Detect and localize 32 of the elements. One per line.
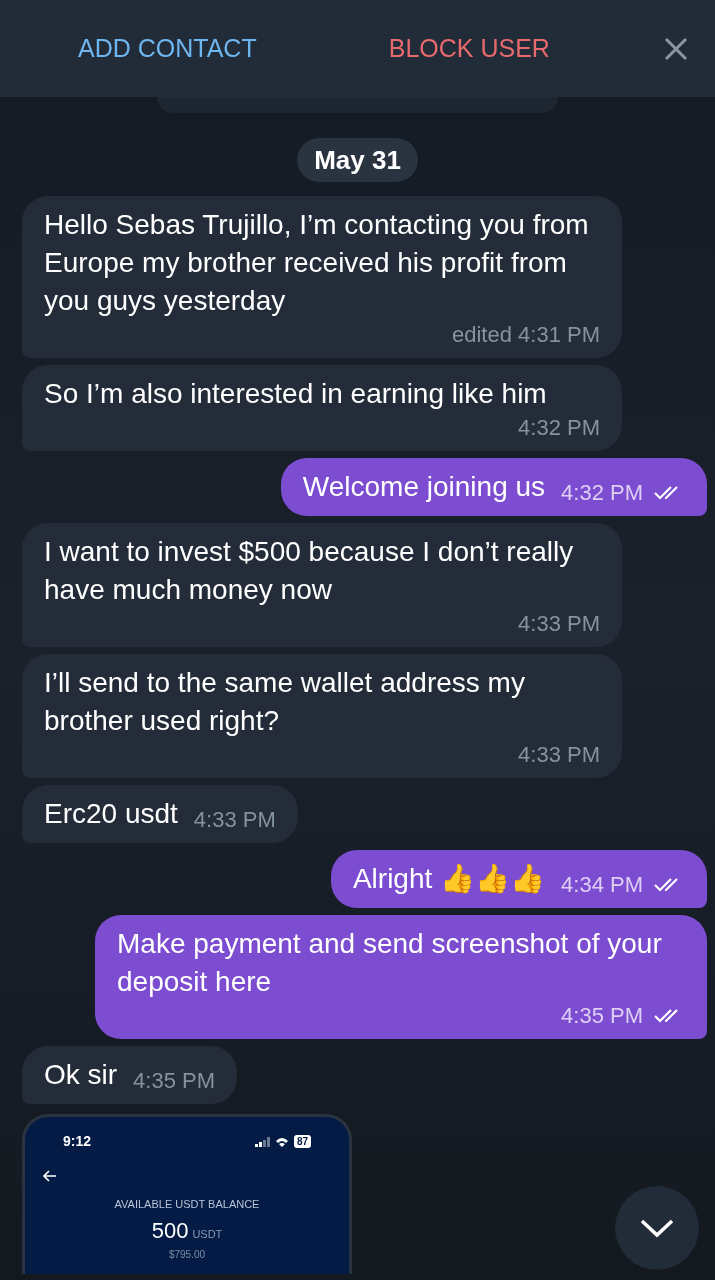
message-text: Ok sir	[44, 1058, 118, 1092]
message-text: I’ll send to the same wallet address my brother used right?	[44, 666, 526, 738]
message-time: 4:33 PM	[518, 610, 600, 638]
balance-unit: USDT	[192, 1226, 223, 1242]
message-time: 4:35 PM	[561, 1002, 643, 1030]
status-time: 9:12	[63, 1132, 92, 1151]
close-icon	[664, 36, 688, 61]
add-contact-button[interactable]: ADD CONTACT	[78, 29, 257, 68]
message-time: edited 4:31 PM	[452, 321, 600, 349]
message-text: I want to invest $500 because I don’t really have much money now	[44, 535, 575, 607]
chevron-down-icon	[639, 1218, 675, 1238]
message-text: Make payment and send screenshot of your deposit here	[117, 927, 663, 999]
message-text: Alright 👍👍👍	[352, 862, 546, 896]
message-time: 4:32 PM	[561, 479, 643, 507]
message-time: 4:32 PM	[518, 414, 600, 442]
battery-indicator: 87	[293, 1135, 311, 1148]
message-time: 4:34 PM	[561, 871, 643, 899]
message-time: 4:33 PM	[518, 741, 600, 769]
message-time: 4:35 PM	[133, 1067, 216, 1095]
usd-value: $795.00	[168, 1247, 206, 1262]
message-text: Welcome joining us	[302, 470, 546, 504]
message-time: 4:33 PM	[193, 806, 276, 834]
message-text: Hello Sebas Trujillo, I’m contacting you from Europe my brother received his profit from you guys yesterday	[44, 208, 590, 318]
date-chip: May 31	[297, 138, 418, 182]
block-user-button[interactable]: BLOCK USER	[388, 29, 550, 68]
wifi-icon	[274, 1136, 289, 1147]
balance-label: AVAILABLE USDT BALANCE	[114, 1197, 260, 1212]
message-text: Erc20 usdt	[44, 797, 178, 831]
signal-icon	[254, 1136, 271, 1147]
back-arrow-icon	[43, 1170, 57, 1182]
balance-amount: 500	[151, 1216, 189, 1245]
message-text: So I’m also interested in earning like him	[44, 377, 547, 411]
